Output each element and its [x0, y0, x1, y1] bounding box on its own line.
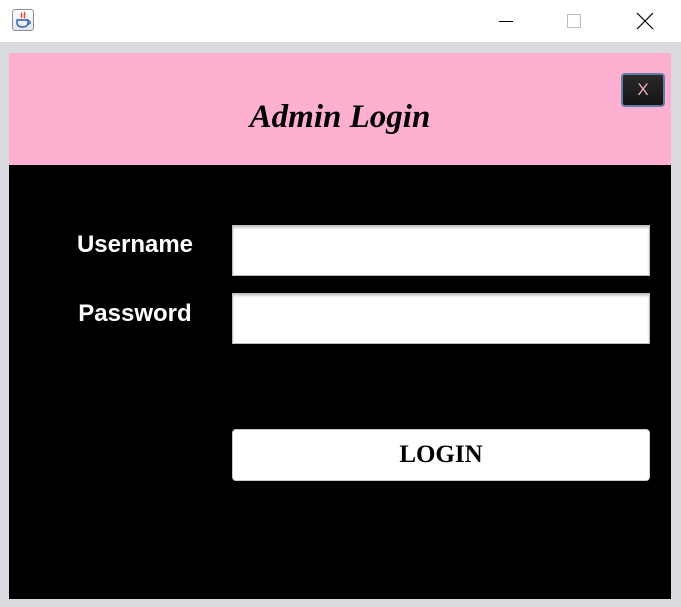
java-cup-icon[interactable]	[12, 9, 34, 31]
minimize-button[interactable]	[483, 0, 529, 42]
close-button-label: X	[637, 80, 649, 99]
username-field[interactable]	[232, 225, 650, 276]
page-title: Admin Login	[249, 99, 431, 135]
maximize-button[interactable]	[551, 0, 597, 42]
window-titlebar	[0, 0, 681, 42]
header-banner: Admin Login X	[9, 53, 671, 165]
password-label: Password	[78, 300, 192, 327]
close-icon	[636, 12, 654, 30]
login-panel: Admin Login X Username Password LOGIN	[9, 53, 671, 599]
login-button-label: LOGIN	[399, 441, 483, 468]
maximize-icon	[567, 14, 581, 28]
login-button[interactable]: LOGIN	[232, 429, 650, 481]
username-label: Username	[76, 231, 194, 258]
password-field[interactable]	[232, 293, 650, 344]
window-close-button[interactable]	[622, 0, 668, 42]
close-button[interactable]: X	[621, 73, 665, 107]
minimize-icon	[499, 21, 513, 22]
